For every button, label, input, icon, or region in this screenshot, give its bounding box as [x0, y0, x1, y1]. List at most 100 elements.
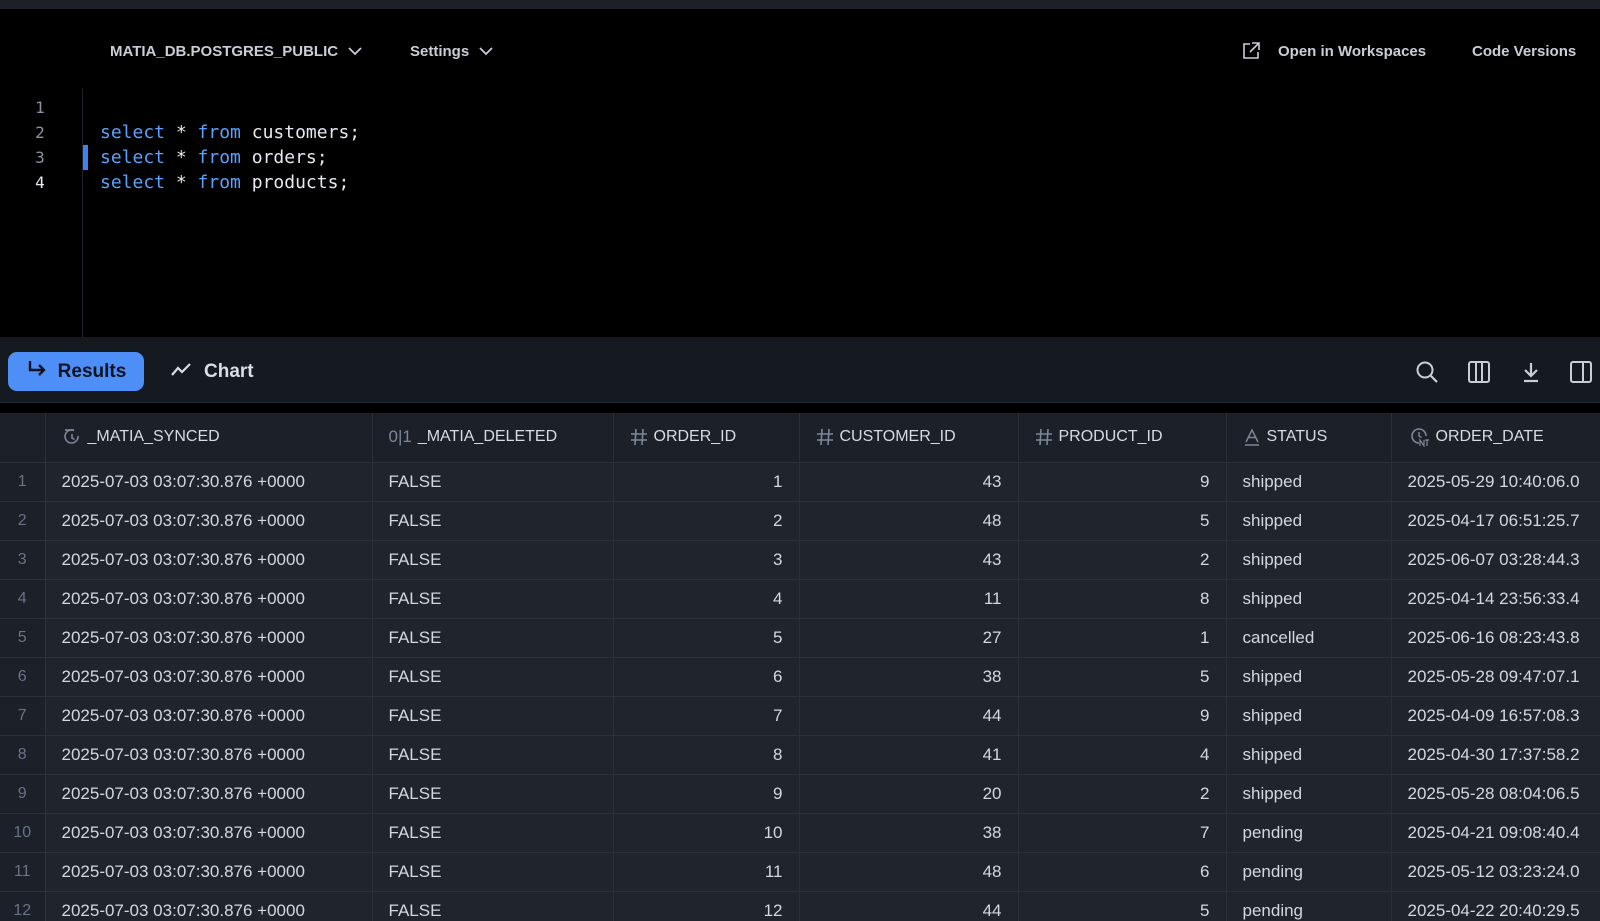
table-row[interactable]: 2 2025-07-03 03:07:30.876 +0000 FALSE 2 48 5 s…	[0, 501, 1600, 541]
product-id-cell[interactable]: 5	[1018, 891, 1227, 921]
customer-id-cell[interactable]: 44	[799, 891, 1019, 921]
customer-id-cell[interactable]: 38	[799, 813, 1019, 853]
order-id-cell[interactable]: 11	[613, 852, 800, 892]
open-in-workspaces-button[interactable]: Open in Workspaces	[1240, 40, 1426, 62]
deleted-cell[interactable]: FALSE	[372, 618, 614, 658]
order-id-cell[interactable]: 6	[613, 657, 800, 697]
code-line[interactable]: select * from customers;	[100, 120, 360, 145]
synced-cell[interactable]: 2025-07-03 03:07:30.876 +0000	[45, 540, 373, 580]
order-date-cell[interactable]: 2025-04-14 23:56:33.4	[1391, 579, 1600, 619]
status-cell[interactable]: shipped	[1226, 579, 1392, 619]
product-id-cell[interactable]: 7	[1018, 813, 1227, 853]
table-row[interactable]: 4 2025-07-03 03:07:30.876 +0000 FALSE 4 11 8 s…	[0, 579, 1600, 619]
table-row[interactable]: 8 2025-07-03 03:07:30.876 +0000 FALSE 8 41 4 s…	[0, 735, 1600, 775]
product-id-cell[interactable]: 9	[1018, 462, 1227, 502]
table-row[interactable]: 3 2025-07-03 03:07:30.876 +0000 FALSE 3 43 2 s…	[0, 540, 1600, 580]
table-row[interactable]: 10 2025-07-03 03:07:30.876 +0000 FALSE 10 38…	[0, 813, 1600, 853]
order-date-cell[interactable]: 2025-05-29 10:40:06.0	[1391, 462, 1600, 502]
order-date-cell[interactable]: 2025-04-30 17:37:58.2	[1391, 735, 1600, 775]
code-line[interactable]: select * from orders;	[100, 145, 328, 170]
order-date-cell[interactable]: 2025-06-07 03:28:44.3	[1391, 540, 1600, 580]
database-selector[interactable]: MATIA_DB.POSTGRES_PUBLIC	[110, 40, 364, 62]
settings-dropdown[interactable]: Settings	[410, 40, 495, 62]
synced-cell[interactable]: 2025-07-03 03:07:30.876 +0000	[45, 813, 373, 853]
order-id-cell[interactable]: 3	[613, 540, 800, 580]
product-id-cell[interactable]: 5	[1018, 501, 1227, 541]
panel-toggle-icon[interactable]	[1568, 359, 1594, 385]
status-cell[interactable]: shipped	[1226, 657, 1392, 697]
synced-cell[interactable]: 2025-07-03 03:07:30.876 +0000	[45, 657, 373, 697]
order-date-cell[interactable]: 2025-04-22 20:40:29.5	[1391, 891, 1600, 921]
customer-id-cell[interactable]: 11	[799, 579, 1019, 619]
results-grid[interactable]: _MATIA_SYNCED 0|1 _MATIA_DELETED ORDER_I…	[0, 413, 1600, 921]
sql-editor[interactable]: 1 2 3 4 select * from customers; select …	[0, 89, 1600, 337]
customer-id-cell[interactable]: 43	[799, 540, 1019, 580]
column-header[interactable]: PRODUCT_ID	[1018, 413, 1227, 463]
product-id-cell[interactable]: 9	[1018, 696, 1227, 736]
order-id-cell[interactable]: 7	[613, 696, 800, 736]
table-row[interactable]: 9 2025-07-03 03:07:30.876 +0000 FALSE 9 20 2 s…	[0, 774, 1600, 814]
deleted-cell[interactable]: FALSE	[372, 462, 614, 502]
status-cell[interactable]: shipped	[1226, 540, 1392, 580]
customer-id-cell[interactable]: 43	[799, 462, 1019, 502]
product-id-cell[interactable]: 5	[1018, 657, 1227, 697]
column-header[interactable]: 0|1 _MATIA_DELETED	[372, 413, 614, 463]
product-id-cell[interactable]: 2	[1018, 774, 1227, 814]
order-date-cell[interactable]: 2025-04-21 09:08:40.4	[1391, 813, 1600, 853]
column-header[interactable]: _MATIA_SYNCED	[45, 413, 373, 463]
order-id-cell[interactable]: 8	[613, 735, 800, 775]
column-header[interactable]: ORDER_ID	[613, 413, 800, 463]
deleted-cell[interactable]: FALSE	[372, 852, 614, 892]
deleted-cell[interactable]: FALSE	[372, 540, 614, 580]
order-date-cell[interactable]: 2025-05-12 03:23:24.0	[1391, 852, 1600, 892]
order-id-cell[interactable]: 4	[613, 579, 800, 619]
order-id-cell[interactable]: 12	[613, 891, 800, 921]
customer-id-cell[interactable]: 48	[799, 501, 1019, 541]
synced-cell[interactable]: 2025-07-03 03:07:30.876 +0000	[45, 501, 373, 541]
order-id-cell[interactable]: 5	[613, 618, 800, 658]
deleted-cell[interactable]: FALSE	[372, 696, 614, 736]
code-line[interactable]: select * from products;	[100, 170, 349, 195]
order-id-cell[interactable]: 10	[613, 813, 800, 853]
deleted-cell[interactable]: FALSE	[372, 657, 614, 697]
table-row[interactable]: 1 2025-07-03 03:07:30.876 +0000 FALSE 1 43 9 s…	[0, 462, 1600, 502]
order-date-cell[interactable]: 2025-04-17 06:51:25.7	[1391, 501, 1600, 541]
table-row[interactable]: 11 2025-07-03 03:07:30.876 +0000 FALSE 11 48…	[0, 852, 1600, 892]
status-cell[interactable]: shipped	[1226, 774, 1392, 814]
status-cell[interactable]: shipped	[1226, 501, 1392, 541]
status-cell[interactable]: shipped	[1226, 696, 1392, 736]
column-header[interactable]: STATUS	[1226, 413, 1392, 463]
deleted-cell[interactable]: FALSE	[372, 735, 614, 775]
customer-id-cell[interactable]: 38	[799, 657, 1019, 697]
deleted-cell[interactable]: FALSE	[372, 501, 614, 541]
tab-chart[interactable]: Chart	[170, 352, 254, 391]
column-header[interactable]: CUSTOMER_ID	[799, 413, 1019, 463]
synced-cell[interactable]: 2025-07-03 03:07:30.876 +0000	[45, 696, 373, 736]
synced-cell[interactable]: 2025-07-03 03:07:30.876 +0000	[45, 462, 373, 502]
customer-id-cell[interactable]: 27	[799, 618, 1019, 658]
status-cell[interactable]: cancelled	[1226, 618, 1392, 658]
synced-cell[interactable]: 2025-07-03 03:07:30.876 +0000	[45, 852, 373, 892]
customer-id-cell[interactable]: 41	[799, 735, 1019, 775]
search-icon[interactable]	[1414, 359, 1440, 385]
product-id-cell[interactable]: 4	[1018, 735, 1227, 775]
column-header[interactable]: ORDER_DATE	[1391, 413, 1600, 463]
deleted-cell[interactable]: FALSE	[372, 774, 614, 814]
status-cell[interactable]: shipped	[1226, 735, 1392, 775]
synced-cell[interactable]: 2025-07-03 03:07:30.876 +0000	[45, 735, 373, 775]
status-cell[interactable]: pending	[1226, 891, 1392, 921]
product-id-cell[interactable]: 8	[1018, 579, 1227, 619]
order-date-cell[interactable]: 2025-05-28 09:47:07.1	[1391, 657, 1600, 697]
synced-cell[interactable]: 2025-07-03 03:07:30.876 +0000	[45, 891, 373, 921]
table-row[interactable]: 7 2025-07-03 03:07:30.876 +0000 FALSE 7 44 9 s…	[0, 696, 1600, 736]
table-row[interactable]: 6 2025-07-03 03:07:30.876 +0000 FALSE 6 38 5 s…	[0, 657, 1600, 697]
deleted-cell[interactable]: FALSE	[372, 579, 614, 619]
order-date-cell[interactable]: 2025-05-28 08:04:06.5	[1391, 774, 1600, 814]
synced-cell[interactable]: 2025-07-03 03:07:30.876 +0000	[45, 774, 373, 814]
tab-results[interactable]: Results	[8, 352, 144, 391]
order-id-cell[interactable]: 2	[613, 501, 800, 541]
synced-cell[interactable]: 2025-07-03 03:07:30.876 +0000	[45, 618, 373, 658]
table-row[interactable]: 5 2025-07-03 03:07:30.876 +0000 FALSE 5 27 1 c…	[0, 618, 1600, 658]
status-cell[interactable]: pending	[1226, 813, 1392, 853]
order-date-cell[interactable]: 2025-06-16 08:23:43.8	[1391, 618, 1600, 658]
